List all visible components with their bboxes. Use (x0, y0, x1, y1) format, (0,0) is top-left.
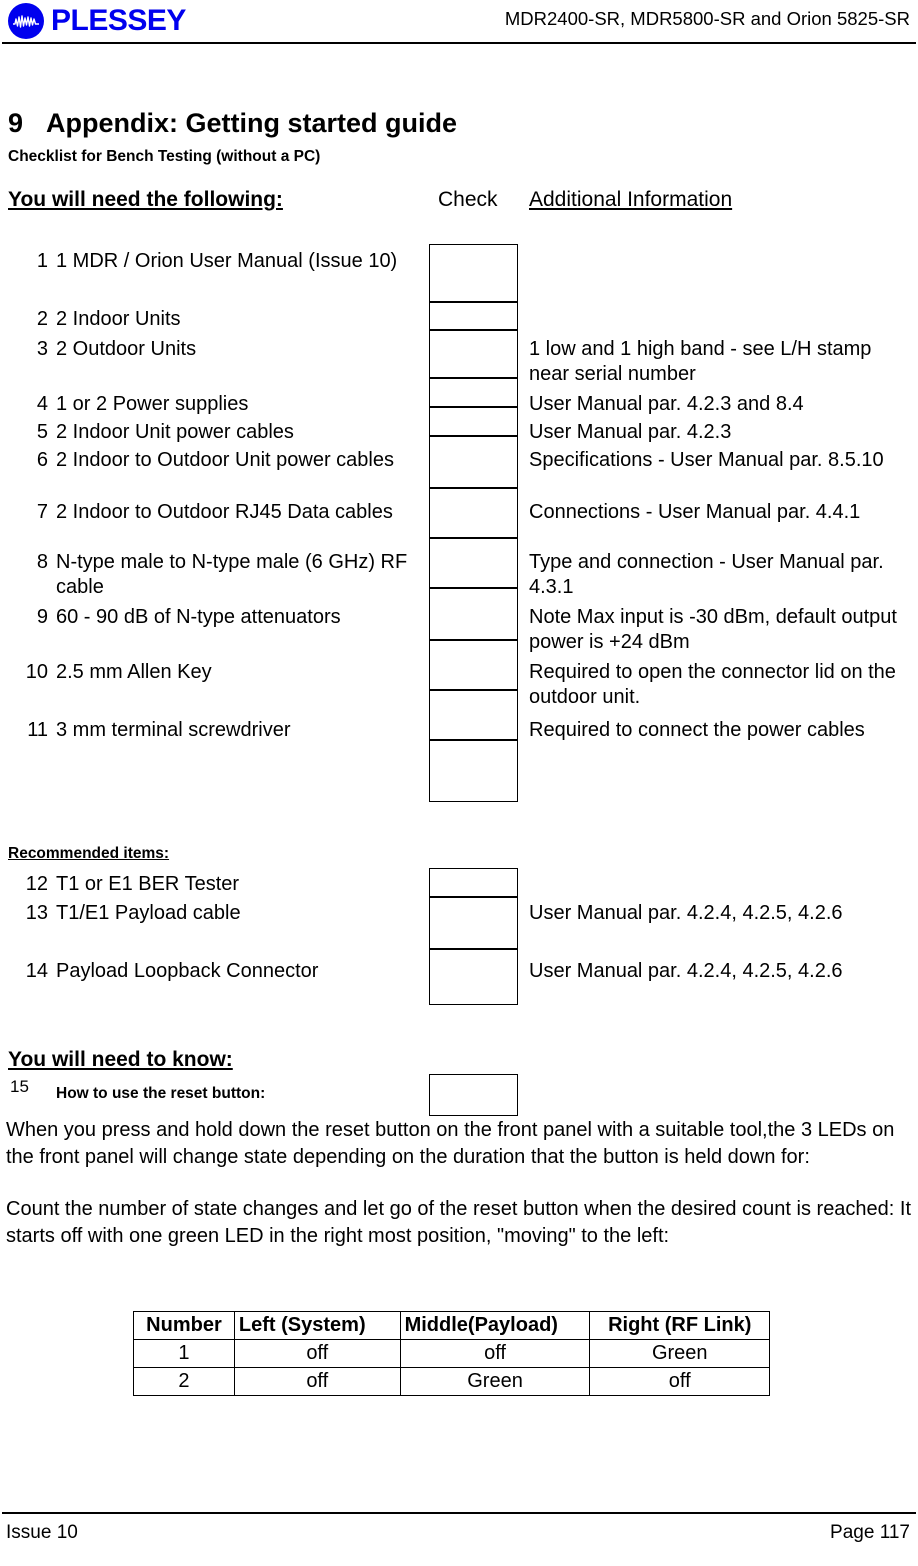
checkbox-item-11[interactable] (429, 690, 518, 740)
table-row: 1 off off Green (133, 1339, 770, 1368)
item-info: Required to connect the power cables (529, 719, 865, 741)
column-header-needed: You will need the following: (8, 188, 283, 211)
item-info: Note Max input is -30 dBm, default outpu… (529, 606, 897, 653)
checkbox-item-15[interactable] (429, 1074, 518, 1116)
item-info: User Manual par. 4.2.4, 4.2.5, 4.2.6 (529, 902, 843, 924)
item-info: Type and connection - User Manual par. 4… (529, 551, 884, 598)
item-number: 8 (36, 551, 48, 573)
item-description: 60 - 90 dB of N-type attenuators (56, 606, 341, 628)
column-header-check: Check (438, 188, 498, 211)
checkbox-item-13[interactable] (429, 897, 518, 949)
item-number: 9 (36, 606, 48, 628)
item-info: User Manual par. 4.2.3 and 8.4 (529, 393, 804, 415)
section-subheading: Checklist for Bench Testing (without a P… (8, 148, 321, 165)
header-divider (2, 42, 916, 44)
item-number: 4 (36, 393, 48, 415)
cell-middle-led: Green (399, 1367, 591, 1396)
item-info: Required to open the connector lid on th… (529, 661, 896, 708)
item-number: 11 (27, 719, 48, 741)
item-description: 2 Indoor to Outdoor Unit power cables (56, 449, 394, 471)
footer-issue: Issue 10 (6, 1522, 78, 1543)
reset-button-paragraph-1: When you press and hold down the reset b… (6, 1119, 895, 1168)
reset-button-paragraph-2: Count the number of state changes and le… (6, 1198, 912, 1247)
item-description: 2 Indoor Units (56, 308, 181, 330)
plessey-waveform-circle-icon (8, 3, 44, 39)
item-number: 5 (36, 421, 48, 443)
recommended-items-heading: Recommended items: (8, 845, 170, 862)
checkbox-item-1[interactable] (429, 244, 518, 302)
page-header: PLESSEY MDR2400-SR, MDR5800-SR and Orion… (0, 0, 918, 46)
item-info: User Manual par. 4.2.3 (529, 421, 732, 443)
cell-right-led: off (589, 1367, 770, 1396)
item-info: User Manual par. 4.2.4, 4.2.5, 4.2.6 (529, 960, 843, 982)
item-description: 3 mm terminal screwdriver (56, 719, 291, 741)
item-description: 2.5 mm Allen Key (56, 661, 212, 683)
item-number: 12 (25, 873, 48, 895)
item-number: 2 (36, 308, 48, 330)
cell-middle-led: off (399, 1339, 591, 1368)
col-header-left-system: Left (System) (233, 1311, 401, 1340)
item-info: 1 low and 1 high band - see L/H stamp ne… (529, 338, 872, 385)
checkbox-item-12[interactable] (429, 868, 518, 897)
document-title: MDR2400-SR, MDR5800-SR and Orion 5825-SR (504, 8, 910, 29)
item-info: Connections - User Manual par. 4.4.1 (529, 501, 861, 523)
brand-name: PLESSEY (51, 4, 186, 37)
section-title: Appendix: Getting started guide (46, 108, 458, 138)
item-description: 2 Indoor to Outdoor RJ45 Data cables (56, 501, 393, 523)
item-description: N-type male to N-type male (6 GHz) RF ca… (56, 551, 408, 598)
cell-number: 2 (133, 1367, 235, 1396)
cell-left-led: off (233, 1339, 401, 1368)
checkbox-item-11-overflow[interactable] (429, 740, 518, 802)
reset-button-subheading: How to use the reset button: (56, 1085, 266, 1102)
item-number: 14 (25, 960, 48, 982)
led-state-table: Number Left (System) Middle(Payload) Rig… (133, 1311, 770, 1396)
checkbox-item-2[interactable] (429, 302, 518, 330)
item-number: 7 (36, 501, 48, 523)
cell-left-led: off (233, 1367, 401, 1396)
checkbox-item-4[interactable] (429, 378, 518, 407)
brand-logo: PLESSEY (8, 3, 186, 39)
footer-divider (2, 1512, 916, 1514)
checkbox-item-14[interactable] (429, 949, 518, 1005)
table-row: 2 off Green off (133, 1367, 770, 1396)
col-header-middle-payload: Middle(Payload) (399, 1311, 591, 1340)
col-header-right-rf-link: Right (RF Link) (589, 1311, 770, 1340)
checkbox-item-7[interactable] (429, 488, 518, 538)
item-description: 1 or 2 Power supplies (56, 393, 249, 415)
item-description: T1/E1 Payload cable (56, 902, 241, 924)
item-description: 2 Outdoor Units (56, 338, 197, 360)
checkbox-item-5[interactable] (429, 407, 518, 436)
item-description: Payload Loopback Connector (56, 960, 319, 982)
footer-page-number: Page 117 (830, 1522, 910, 1543)
section-heading: 9 Appendix: Getting started guide (8, 108, 457, 139)
need-to-know-heading: You will need to know: (8, 1048, 233, 1071)
cell-right-led: Green (589, 1339, 770, 1368)
table-header-row: Number Left (System) Middle(Payload) Rig… (133, 1311, 770, 1340)
item-description: T1 or E1 BER Tester (56, 873, 240, 895)
item-number: 15 (10, 1077, 29, 1096)
checkbox-item-3[interactable] (429, 330, 518, 378)
section-number: 9 (8, 108, 24, 138)
cell-number: 1 (133, 1339, 235, 1368)
item-number: 1 (36, 250, 48, 272)
column-header-additional: Additional Information (529, 188, 733, 211)
item-number: 10 (25, 661, 48, 683)
item-number: 3 (36, 338, 48, 360)
checkbox-item-9[interactable] (429, 588, 518, 640)
item-number: 13 (25, 902, 48, 924)
col-header-number: Number (133, 1311, 235, 1340)
item-description: 2 Indoor Unit power cables (56, 421, 294, 443)
item-info: Specifications - User Manual par. 8.5.10 (529, 449, 884, 471)
checkbox-item-10[interactable] (429, 640, 518, 690)
checkbox-item-8[interactable] (429, 538, 518, 588)
checkbox-item-6[interactable] (429, 436, 518, 488)
item-description: 1 MDR / Orion User Manual (Issue 10) (56, 250, 398, 272)
item-number: 6 (36, 449, 48, 471)
